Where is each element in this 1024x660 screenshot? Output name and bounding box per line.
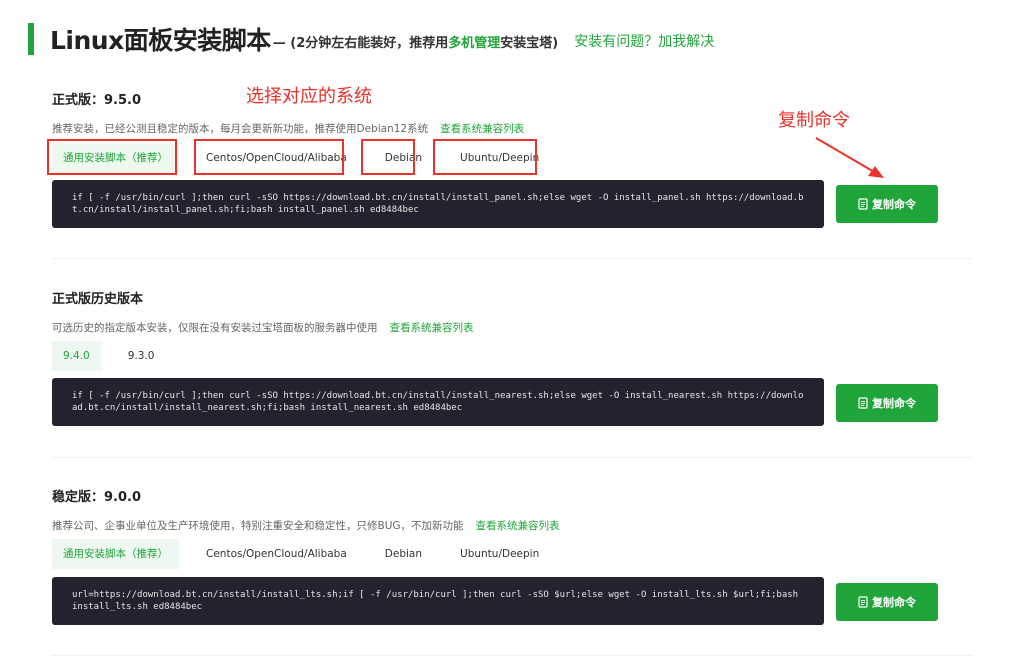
copy-command-button[interactable]: 复制命令 xyxy=(836,384,938,422)
page-subtitle: — (2分钟左右能装好，推荐用多机管理安装宝塔) xyxy=(272,35,559,51)
os-tabs: 通用安装脚本（推荐） Centos/OpenCloud/Alibaba Debi… xyxy=(52,539,566,569)
section-history: 正式版历史版本 可选历史的指定版本安装，仅限在没有安装过宝塔面板的服务器中使用查… xyxy=(52,291,972,335)
compat-list-link[interactable]: 查看系统兼容列表 xyxy=(440,123,524,135)
section-stable: 稳定版：9.0.0 推荐公司、企事业单位及生产环境使用，特别注重安全和稳定性，只… xyxy=(52,489,972,533)
page-header: Linux面板安装脚本 — (2分钟左右能装好，推荐用多机管理安装宝塔) 安装有… xyxy=(28,22,714,56)
annotation-box-generic xyxy=(47,139,177,175)
install-command[interactable]: if [ -f /usr/bin/curl ];then curl -sSO h… xyxy=(52,180,824,228)
clipboard-icon xyxy=(858,198,868,210)
section-divider xyxy=(52,655,972,656)
multi-machine-link[interactable]: 多机管理 xyxy=(448,36,500,51)
tab-generic-script[interactable]: 通用安装脚本（推荐） xyxy=(52,539,179,569)
annotation-copy-command: 复制命令 xyxy=(778,110,850,131)
annotation-box-ubuntu xyxy=(433,139,537,175)
header-accent-bar xyxy=(28,23,34,55)
help-link[interactable]: 安装有问题？加我解决 xyxy=(574,31,714,51)
compat-list-link[interactable]: 查看系统兼容列表 xyxy=(390,322,474,334)
section-description: 推荐公司、企事业单位及生产环境使用，特别注重安全和稳定性，只修BUG，不加新功能… xyxy=(52,520,560,532)
section-divider xyxy=(52,457,972,458)
annotation-arrow-icon xyxy=(815,137,884,178)
install-command[interactable]: url=https://download.bt.cn/install/insta… xyxy=(52,577,824,625)
page-title: Linux面板安装脚本 xyxy=(50,26,271,55)
section-description: 可选历史的指定版本安装，仅限在没有安装过宝塔面板的服务器中使用 查看系统兼容列表 xyxy=(52,322,474,334)
copy-button-label: 复制命令 xyxy=(872,596,916,609)
tab-version-940[interactable]: 9.4.0 xyxy=(52,341,101,371)
copy-command-button[interactable]: 复制命令 xyxy=(836,185,938,223)
clipboard-icon xyxy=(858,397,868,409)
annotation-select-system: 选择对应的系统 xyxy=(246,86,372,107)
copy-button-label: 复制命令 xyxy=(872,198,916,211)
section-title: 稳定版：9.0.0 xyxy=(52,490,142,505)
copy-button-label: 复制命令 xyxy=(872,397,916,410)
tab-debian[interactable]: Debian xyxy=(374,539,433,569)
clipboard-icon xyxy=(858,596,868,608)
install-command[interactable]: if [ -f /usr/bin/curl ];then curl -sSO h… xyxy=(52,378,824,426)
tab-ubuntu[interactable]: Ubuntu/Deepin xyxy=(449,539,550,569)
annotation-box-centos xyxy=(194,139,344,175)
copy-command-button[interactable]: 复制命令 xyxy=(836,583,938,621)
tab-version-930[interactable]: 9.3.0 xyxy=(117,341,166,371)
tab-centos[interactable]: Centos/OpenCloud/Alibaba xyxy=(195,539,358,569)
section-title: 正式版历史版本 xyxy=(52,292,144,307)
annotation-box-debian xyxy=(361,139,415,175)
section-divider xyxy=(52,258,972,259)
compat-list-link[interactable]: 查看系统兼容列表 xyxy=(476,520,560,532)
version-tabs: 9.4.0 9.3.0 xyxy=(52,341,181,371)
